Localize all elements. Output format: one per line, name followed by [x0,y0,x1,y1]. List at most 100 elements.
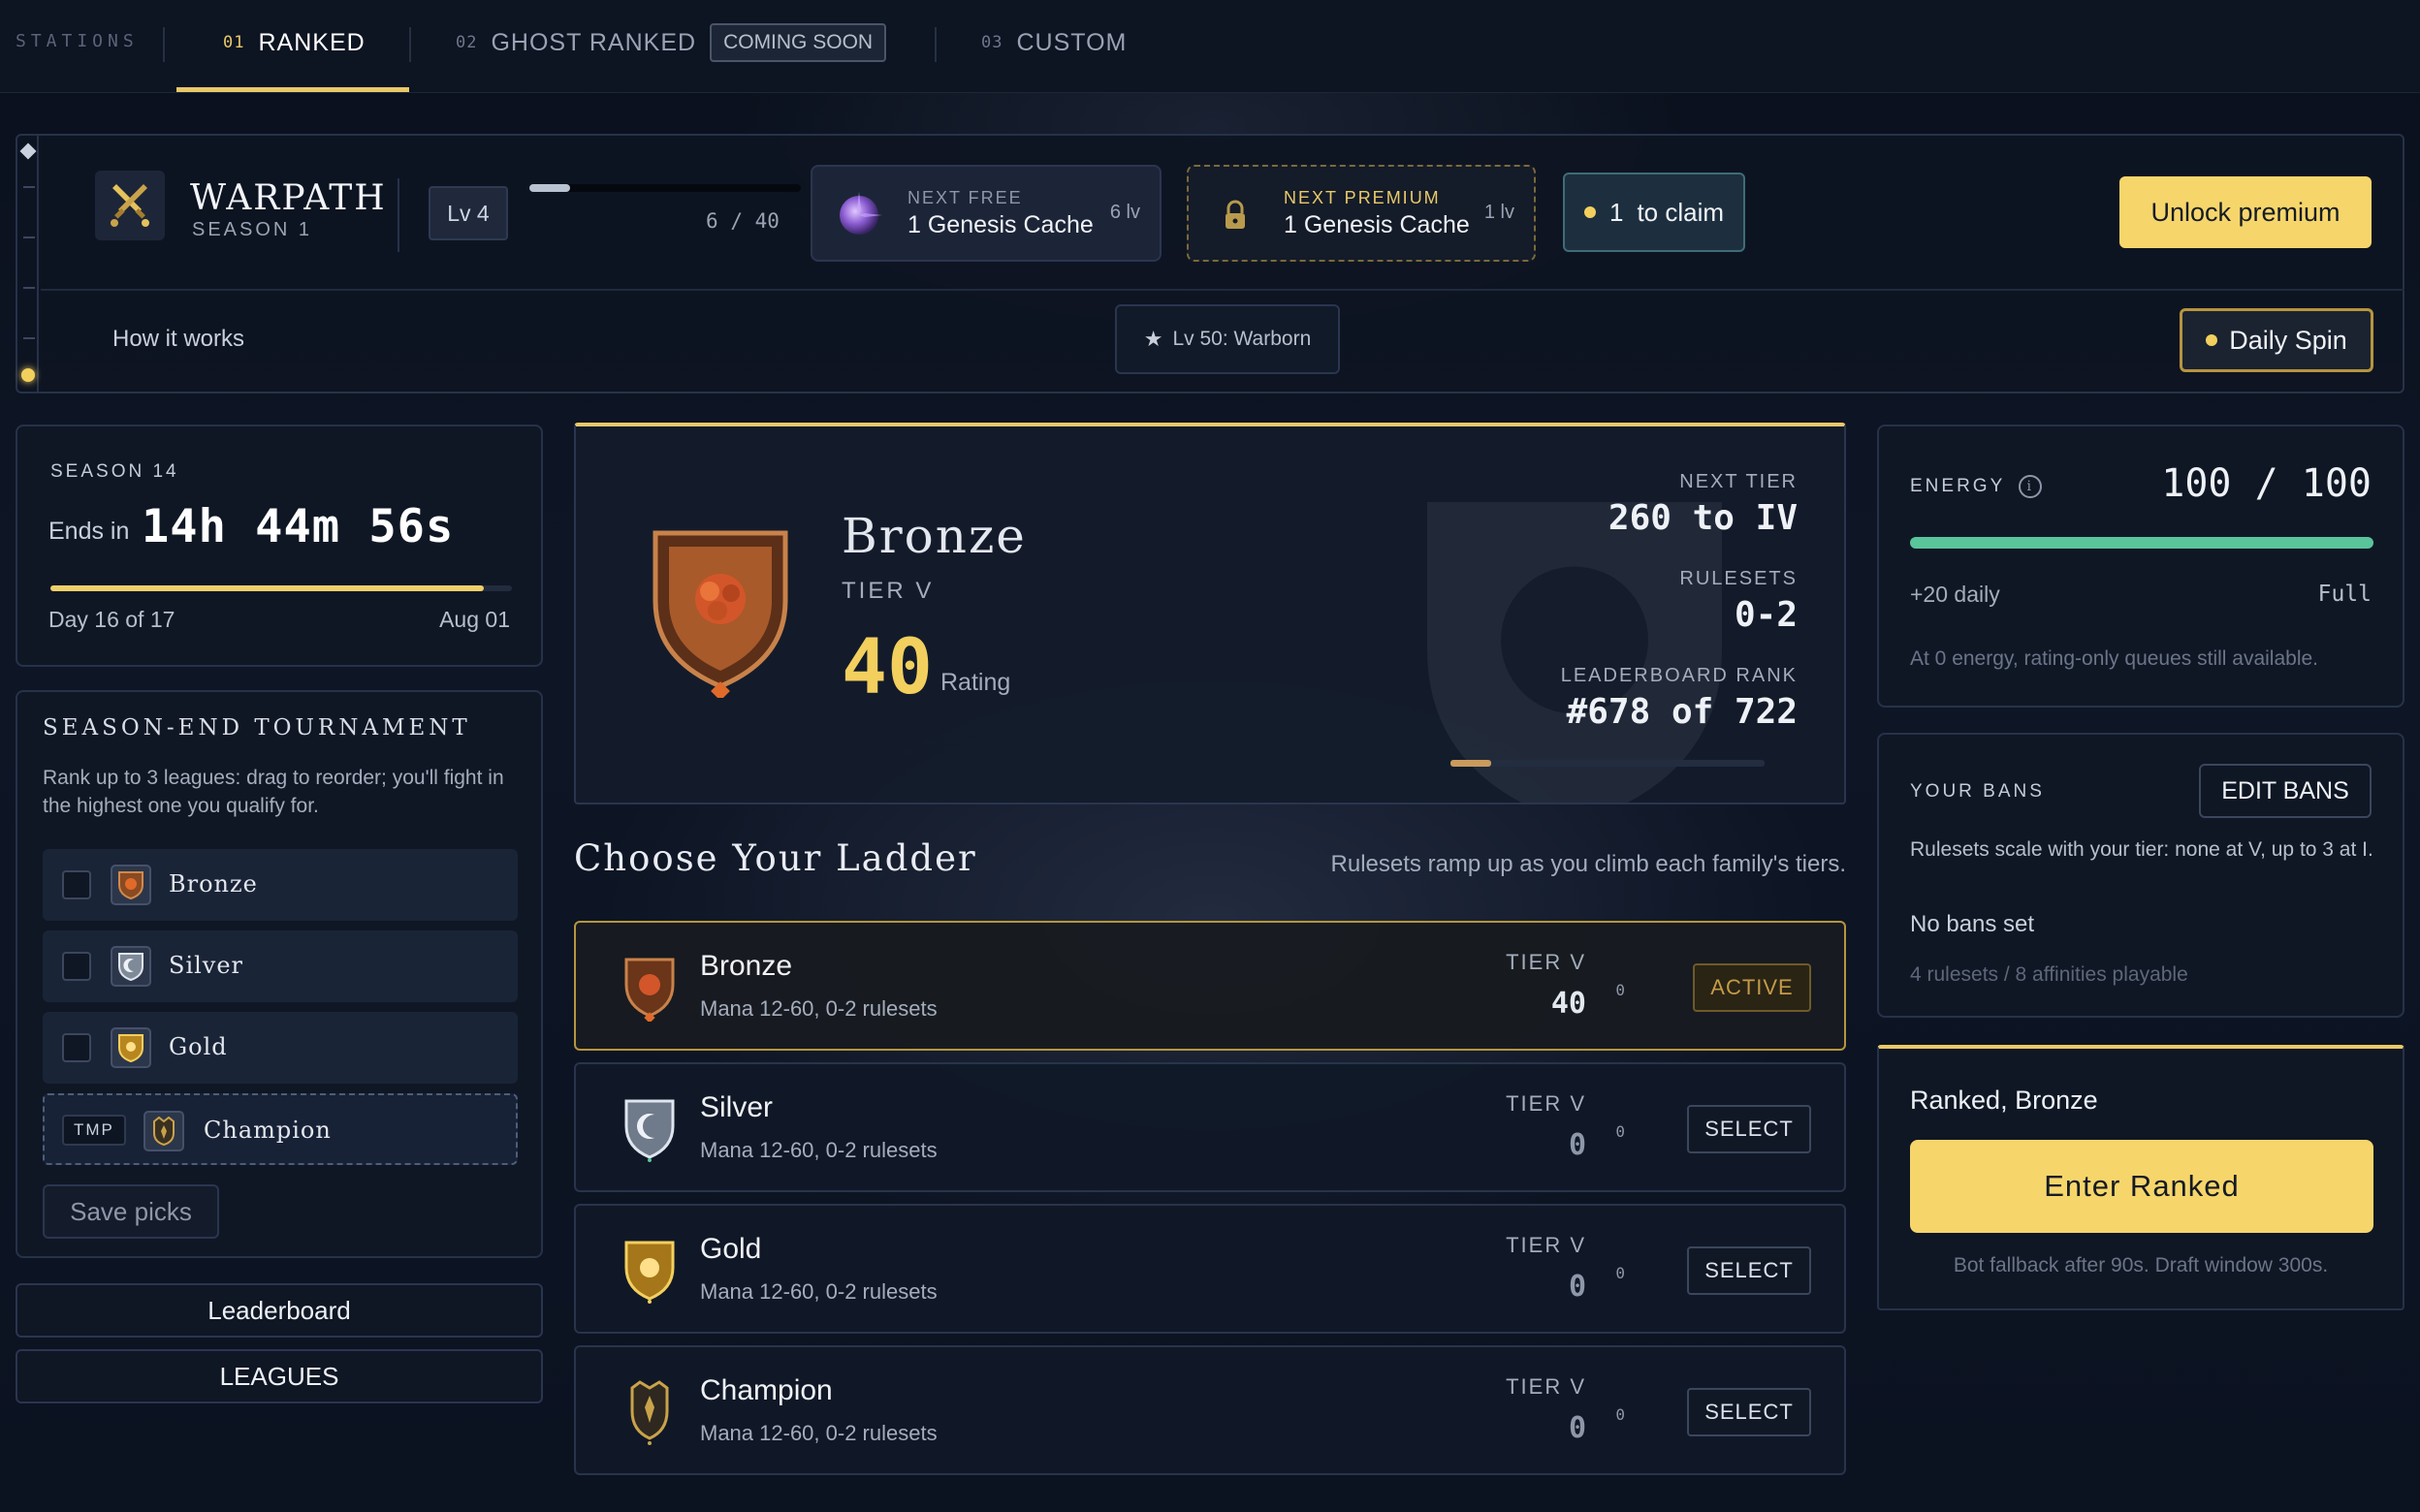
rank-tier: TIER V [842,578,935,604]
tab-ghost-ranked[interactable]: 02 GHOST RANKED COMING SOON [456,23,887,62]
league-pick-gold[interactable]: Gold [43,1012,518,1084]
tab-number: 03 [981,33,1003,52]
ladder-description: Mana 12-60, 0-2 rulesets [700,1279,938,1304]
genesis-orb-icon [832,188,886,242]
ladder-hint: Rulesets ramp up as you climb each famil… [1330,851,1846,877]
ladder-tier: TIER V [1506,1091,1586,1116]
xp-progress-fill [529,184,570,192]
ladder-tier: TIER V [1506,950,1586,974]
ladder-name: Gold [700,1233,762,1265]
energy-panel: ENERGY i 100 / 100 +20 daily Full At 0 e… [1877,425,2404,708]
reward-label: NEXT FREE [908,188,1023,207]
active-tab-indicator [176,87,409,92]
xp-progress-bar [529,184,801,192]
ladder-row-silver[interactable]: Silver Mana 12-60, 0-2 rulesets TIER V 0… [574,1062,1846,1192]
active-ladder-badge: ACTIVE [1693,963,1811,1012]
tab-ranked[interactable]: 01 RANKED [223,23,366,62]
tab-label: RANKED [258,28,366,56]
ladder-title: Choose Your Ladder [574,837,977,879]
leaderboard-button[interactable]: Leaderboard [16,1283,543,1338]
league-checkbox[interactable] [62,1033,91,1062]
ladder-row-bronze[interactable]: Bronze Mana 12-60, 0-2 rulesets TIER V 4… [574,921,1846,1051]
ladder-row-gold[interactable]: Gold Mana 12-60, 0-2 rulesets TIER V 0 0… [574,1204,1846,1334]
leagues-button[interactable]: LEAGUES [16,1349,543,1403]
rail-tick [23,337,35,339]
bans-description: Rulesets scale with your tier: none at V… [1910,838,2373,861]
ladder-tier: TIER V [1506,1374,1586,1399]
milestone-reward[interactable]: ★ Lv 50: Warborn [1115,304,1340,374]
league-pick-champion[interactable]: TMP Champion [43,1093,518,1165]
silver-shield-icon [613,1091,686,1167]
league-checkbox[interactable] [62,870,91,899]
rail-position-dot [21,368,35,382]
rank-rating: 40 [842,624,933,711]
league-name: Bronze [169,870,258,898]
tab-number: 01 [223,33,245,52]
tournament-title: SEASON-END TOURNAMENT [43,715,471,740]
bans-panel: YOUR BANS EDIT BANS Rulesets scale with … [1877,733,2404,1018]
daily-spin-label: Daily Spin [2229,325,2347,355]
rulesets-label: RULESETS [1679,568,1798,589]
top-navigation: STATIONS 01 RANKED 02 GHOST RANKED COMIN… [0,0,2420,93]
reward-name: 1 Genesis Cache [908,211,1094,238]
bronze-shield-icon [648,523,793,703]
select-ladder-button[interactable]: SELECT [1687,1105,1811,1153]
xp-separator: / [730,209,743,233]
season-timer: 14h 44m 56s [142,500,455,553]
rail-tick [23,236,35,238]
rank-name: Bronze [842,508,1027,564]
claim-rewards-button[interactable]: 1 to claim [1563,173,1745,252]
how-it-works-link[interactable]: How it works [112,326,244,353]
battle-pass-season: SEASON 1 [192,219,313,240]
leaderboard-rank-label: LEADERBOARD RANK [1560,665,1798,686]
notification-dot [2206,334,2218,346]
xp-progress-text: 6 / 40 [706,209,780,233]
divider [41,289,2404,291]
daily-spin-button[interactable]: Daily Spin [2180,308,2373,372]
tournament-description: Rank up to 3 leagues: drag to reorder; y… [43,767,504,817]
energy-label: ENERGY [1910,476,2006,496]
unlock-premium-button[interactable]: Unlock premium [2119,176,2372,248]
season-ends-prefix: Ends in [48,518,130,545]
tier-progress-fill [1450,760,1492,767]
select-ladder-button[interactable]: SELECT [1687,1388,1811,1436]
energy-note: At 0 energy, rating-only queues still av… [1910,647,2319,670]
ladder-name: Champion [700,1374,833,1406]
bans-playable-count: 4 rulesets / 8 affinities playable [1910,963,2188,986]
info-icon[interactable]: i [2019,475,2043,498]
league-checkbox[interactable] [62,952,91,981]
league-name: Champion [204,1117,332,1144]
ladder-name: Silver [700,1091,774,1123]
next-free-reward[interactable]: NEXT FREE 1 Genesis Cache 6 lv [811,165,1162,262]
select-ladder-button[interactable]: SELECT [1687,1246,1811,1295]
enter-queue-panel: Ranked, Bronze Enter Ranked Bot fallback… [1877,1045,2404,1310]
league-pick-silver[interactable]: Silver [43,930,518,1002]
enter-ranked-button[interactable]: Enter Ranked [1910,1140,2373,1233]
divider [398,178,399,252]
xp-current: 6 [706,209,718,233]
season-label: SEASON 14 [50,461,179,482]
tab-custom[interactable]: 03 CUSTOM [981,23,1127,62]
save-picks-button[interactable]: Save picks [43,1184,219,1239]
next-premium-reward[interactable]: NEXT PREMIUM 1 Genesis Cache 1 lv [1187,165,1536,262]
energy-bar-fill [1910,537,2373,549]
xp-max: 40 [754,209,780,233]
tournament-panel: SEASON-END TOURNAMENT Rank up to 3 leagu… [16,690,543,1258]
queue-selection-label: Ranked, Bronze [1910,1086,2098,1115]
league-name: Gold [169,1033,228,1060]
ladder-row-champion[interactable]: Champion Mana 12-60, 0-2 rulesets TIER V… [574,1345,1846,1475]
ladder-description: Mana 12-60, 0-2 rulesets [700,996,938,1021]
edit-bans-button[interactable]: EDIT BANS [2199,764,2372,818]
ladder-rating: 0 [1568,1128,1586,1162]
league-pick-bronze[interactable]: Bronze [43,849,518,921]
rail-tick [23,186,35,188]
coming-soon-badge: COMING SOON [710,23,887,62]
battle-pass-title: WARPATH [190,178,387,218]
ladder-secondary-count: 0 [1615,981,1625,999]
ladder-secondary-count: 0 [1615,1122,1625,1141]
nav-divider [935,27,937,62]
season-progress-fill [50,585,485,591]
ladder-tier: TIER V [1506,1233,1586,1257]
nav-section-label: STATIONS [16,31,139,51]
claim-count: 1 [1608,197,1624,227]
